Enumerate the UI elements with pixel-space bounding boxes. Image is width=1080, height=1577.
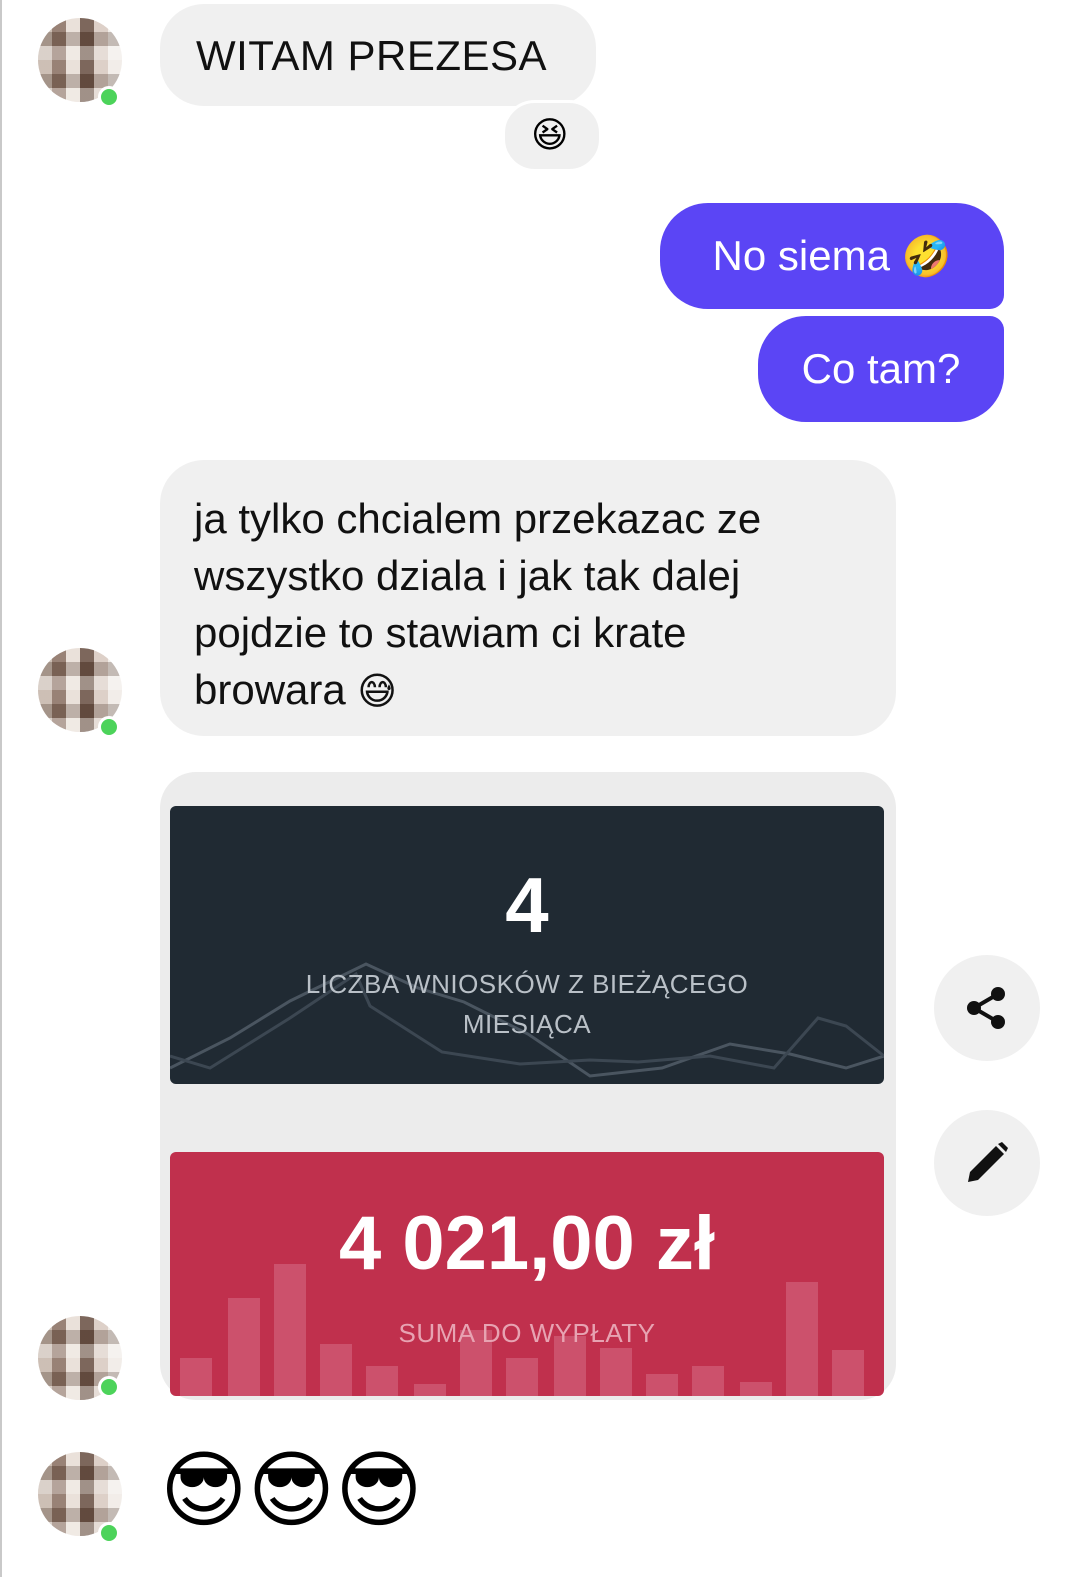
requests-count-label: LICZBA WNIOSKÓW Z BIEŻĄCEGO: [305, 969, 749, 999]
sunglasses-emoji-icon: 😎: [160, 1441, 248, 1539]
payout-amount-label: SUMA DO WYPŁATY: [398, 1318, 656, 1348]
requests-count-value: 4: [505, 861, 549, 949]
message-bubble-incoming[interactable]: ja tylko chcialem przekazac ze wszystko …: [160, 460, 896, 736]
online-status-dot: [98, 1522, 120, 1544]
laughing-emoji-icon: 😆: [531, 115, 569, 156]
edit-button[interactable]: [934, 1110, 1040, 1216]
share-button[interactable]: [934, 955, 1040, 1061]
payout-sum-panel: 4 021,00 zł SUMA DO WYPŁATY: [170, 1152, 884, 1396]
message-bubble-outgoing[interactable]: Co tam?: [758, 316, 1004, 422]
requests-stat-panel: 4 LICZBA WNIOSKÓW Z BIEŻĄCEGO MIESIĄCA: [170, 806, 884, 1084]
payout-amount-value: 4 021,00 zł: [338, 1201, 716, 1286]
message-reaction[interactable]: 😆: [502, 100, 602, 172]
requests-count-label: MIESIĄCA: [462, 1009, 592, 1039]
sunglasses-emoji-icon: 😎: [335, 1441, 423, 1539]
message-text-line: wszystko dziala i jak tak dalej: [194, 552, 741, 599]
sweat-smile-emoji-icon: 😅: [357, 669, 398, 713]
message-text-line: pojdzie to stawiam ci krate: [194, 609, 687, 656]
online-status-dot: [98, 1376, 120, 1398]
online-status-dot: [98, 716, 120, 738]
share-icon: [967, 987, 1005, 1029]
rofl-emoji-icon: 🤣: [901, 234, 952, 280]
message-text: No siema: [712, 232, 890, 279]
emoji-message[interactable]: 😎😎😎: [160, 1440, 423, 1540]
pencil-icon: [968, 1142, 1008, 1182]
message-bubble-outgoing[interactable]: No siema 🤣: [660, 203, 1004, 309]
message-text-line: ja tylko chcialem przekazac ze: [194, 495, 762, 542]
message-text: Co tam?: [801, 345, 961, 392]
online-status-dot: [98, 86, 120, 108]
message-text-line: browara: [194, 666, 346, 713]
message-text: WITAM PREZESA: [196, 32, 548, 79]
message-bubble-incoming[interactable]: WITAM PREZESA: [160, 4, 596, 106]
sunglasses-emoji-icon: 😎: [247, 1441, 336, 1539]
